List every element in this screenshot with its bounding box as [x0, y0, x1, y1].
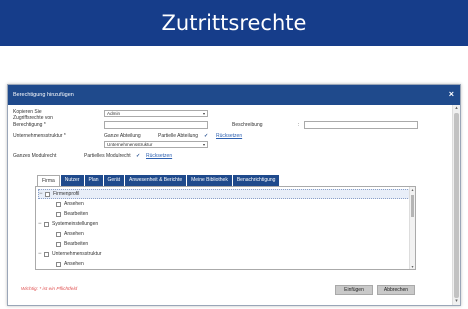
tab-nutzer[interactable]: Nutzer: [60, 175, 84, 186]
tree-node-ansehen[interactable]: Ansehen: [56, 229, 84, 239]
copy-rights-select[interactable]: Admin ▾: [104, 110, 208, 117]
page-title: Zutrittsrechte: [161, 11, 307, 35]
tree-checkbox[interactable]: [56, 231, 61, 237]
tree-node-unternehmensstruktur[interactable]: − Unternehmensstruktur: [38, 249, 101, 259]
partial-department-check-icon: ✓: [204, 133, 209, 139]
permission-label: Berechtigung *: [13, 122, 46, 128]
dialog-header: Berechtigung hinzufügen ×: [8, 85, 460, 105]
tree-checkbox[interactable]: [44, 251, 49, 257]
org-structure-value: Unternehmensstruktur: [107, 142, 153, 147]
chevron-down-icon: ▾: [202, 142, 205, 147]
description-label: Beschreibung: [232, 122, 263, 128]
add-permission-dialog: Berechtigung hinzufügen × ▴ ▾ Kopieren S…: [7, 84, 461, 306]
required-field-note: Wichtig: * ist ein Pflichtfeld: [21, 287, 78, 292]
tree-node-label: Ansehen: [64, 231, 84, 237]
close-icon[interactable]: ×: [449, 89, 454, 99]
scroll-up-icon[interactable]: ▴: [453, 105, 460, 112]
tab-firma[interactable]: Firma: [37, 175, 60, 186]
tree-node-bearbeiten[interactable]: Bearbeiten: [56, 239, 88, 249]
tree-scrollbar[interactable]: ▴ ▾: [409, 187, 415, 269]
copy-rights-value: Admin: [107, 111, 121, 116]
reset-org-link[interactable]: Rücksetzen: [216, 133, 242, 139]
dialog-title: Berechtigung hinzufügen: [13, 92, 74, 98]
scroll-thumb[interactable]: [411, 195, 414, 217]
description-input[interactable]: [304, 121, 418, 129]
cancel-button[interactable]: Abbrechen: [377, 285, 415, 295]
description-colon: :: [298, 122, 300, 128]
tree-node-label: Ansehen: [64, 201, 84, 207]
scroll-down-icon[interactable]: ▾: [453, 298, 460, 305]
tree-node-label: Firmenprofil: [53, 191, 80, 197]
tab-benachrichtigung[interactable]: Benachrichtigung: [232, 175, 280, 186]
tree-node-label: Unternehmensstruktur: [52, 251, 102, 257]
tab-meine-bibliothek[interactable]: Meine Bibliothek: [187, 175, 232, 186]
partial-module-right-option[interactable]: Partielles Modulrecht: [84, 153, 131, 159]
chevron-down-icon: ▾: [202, 111, 205, 116]
tree-node-label: Ansehen: [64, 261, 84, 267]
tree-node-label: Systemeinstellungen: [52, 221, 99, 227]
partial-module-check-icon: ✓: [136, 153, 141, 159]
tab-anwesenheit-berichte[interactable]: Anwesenheit & Berichte: [125, 175, 187, 186]
insert-button[interactable]: Einfügen: [335, 285, 373, 295]
tree-checkbox[interactable]: [56, 241, 61, 247]
dialog-scrollbar[interactable]: ▴ ▾: [452, 105, 460, 305]
whole-department-option[interactable]: Ganze Abteilung: [104, 133, 141, 139]
module-tabs: Firma Nutzer Plan Gerät Anwesenheit & Be…: [37, 175, 280, 186]
permission-input[interactable]: [104, 121, 208, 129]
tree-checkbox[interactable]: [45, 191, 50, 197]
scroll-up-icon[interactable]: ▴: [410, 187, 415, 192]
tree-node-ansehen[interactable]: Ansehen: [56, 259, 84, 269]
permission-tree: − Firmenprofil Ansehen Bearbeiten − Syst…: [35, 186, 416, 270]
scroll-thumb[interactable]: [454, 113, 459, 298]
tree-node-bearbeiten[interactable]: Bearbeiten: [56, 209, 88, 219]
tree-node-firmenprofil[interactable]: − Firmenprofil: [38, 189, 410, 199]
tree-checkbox[interactable]: [44, 221, 49, 227]
reset-module-link[interactable]: Rücksetzen: [146, 153, 172, 159]
org-structure-label: Unternehmensstruktur *: [13, 133, 66, 139]
org-structure-select[interactable]: Unternehmensstruktur ▾: [104, 141, 208, 148]
page-banner: Zutrittsrechte: [0, 0, 468, 46]
tree-node-ansehen[interactable]: Ansehen: [56, 199, 84, 209]
tab-plan[interactable]: Plan: [84, 175, 103, 186]
tree-node-label: Bearbeiten: [64, 211, 89, 217]
tree-checkbox[interactable]: [56, 261, 61, 267]
partial-department-option[interactable]: Partielle Abteilung: [158, 133, 198, 139]
tree-checkbox[interactable]: [56, 201, 61, 207]
copy-rights-label: Kopieren Sie Zugriffsrechte von: [13, 109, 53, 121]
whole-module-right-option[interactable]: Ganzes Modulrecht: [13, 153, 56, 159]
tab-geraet[interactable]: Gerät: [103, 175, 125, 186]
tree-checkbox[interactable]: [56, 211, 61, 217]
tree-node-label: Bearbeiten: [64, 241, 89, 247]
scroll-down-icon[interactable]: ▾: [410, 264, 415, 269]
tree-node-systemeinstellungen[interactable]: − Systemeinstellungen: [38, 219, 98, 229]
